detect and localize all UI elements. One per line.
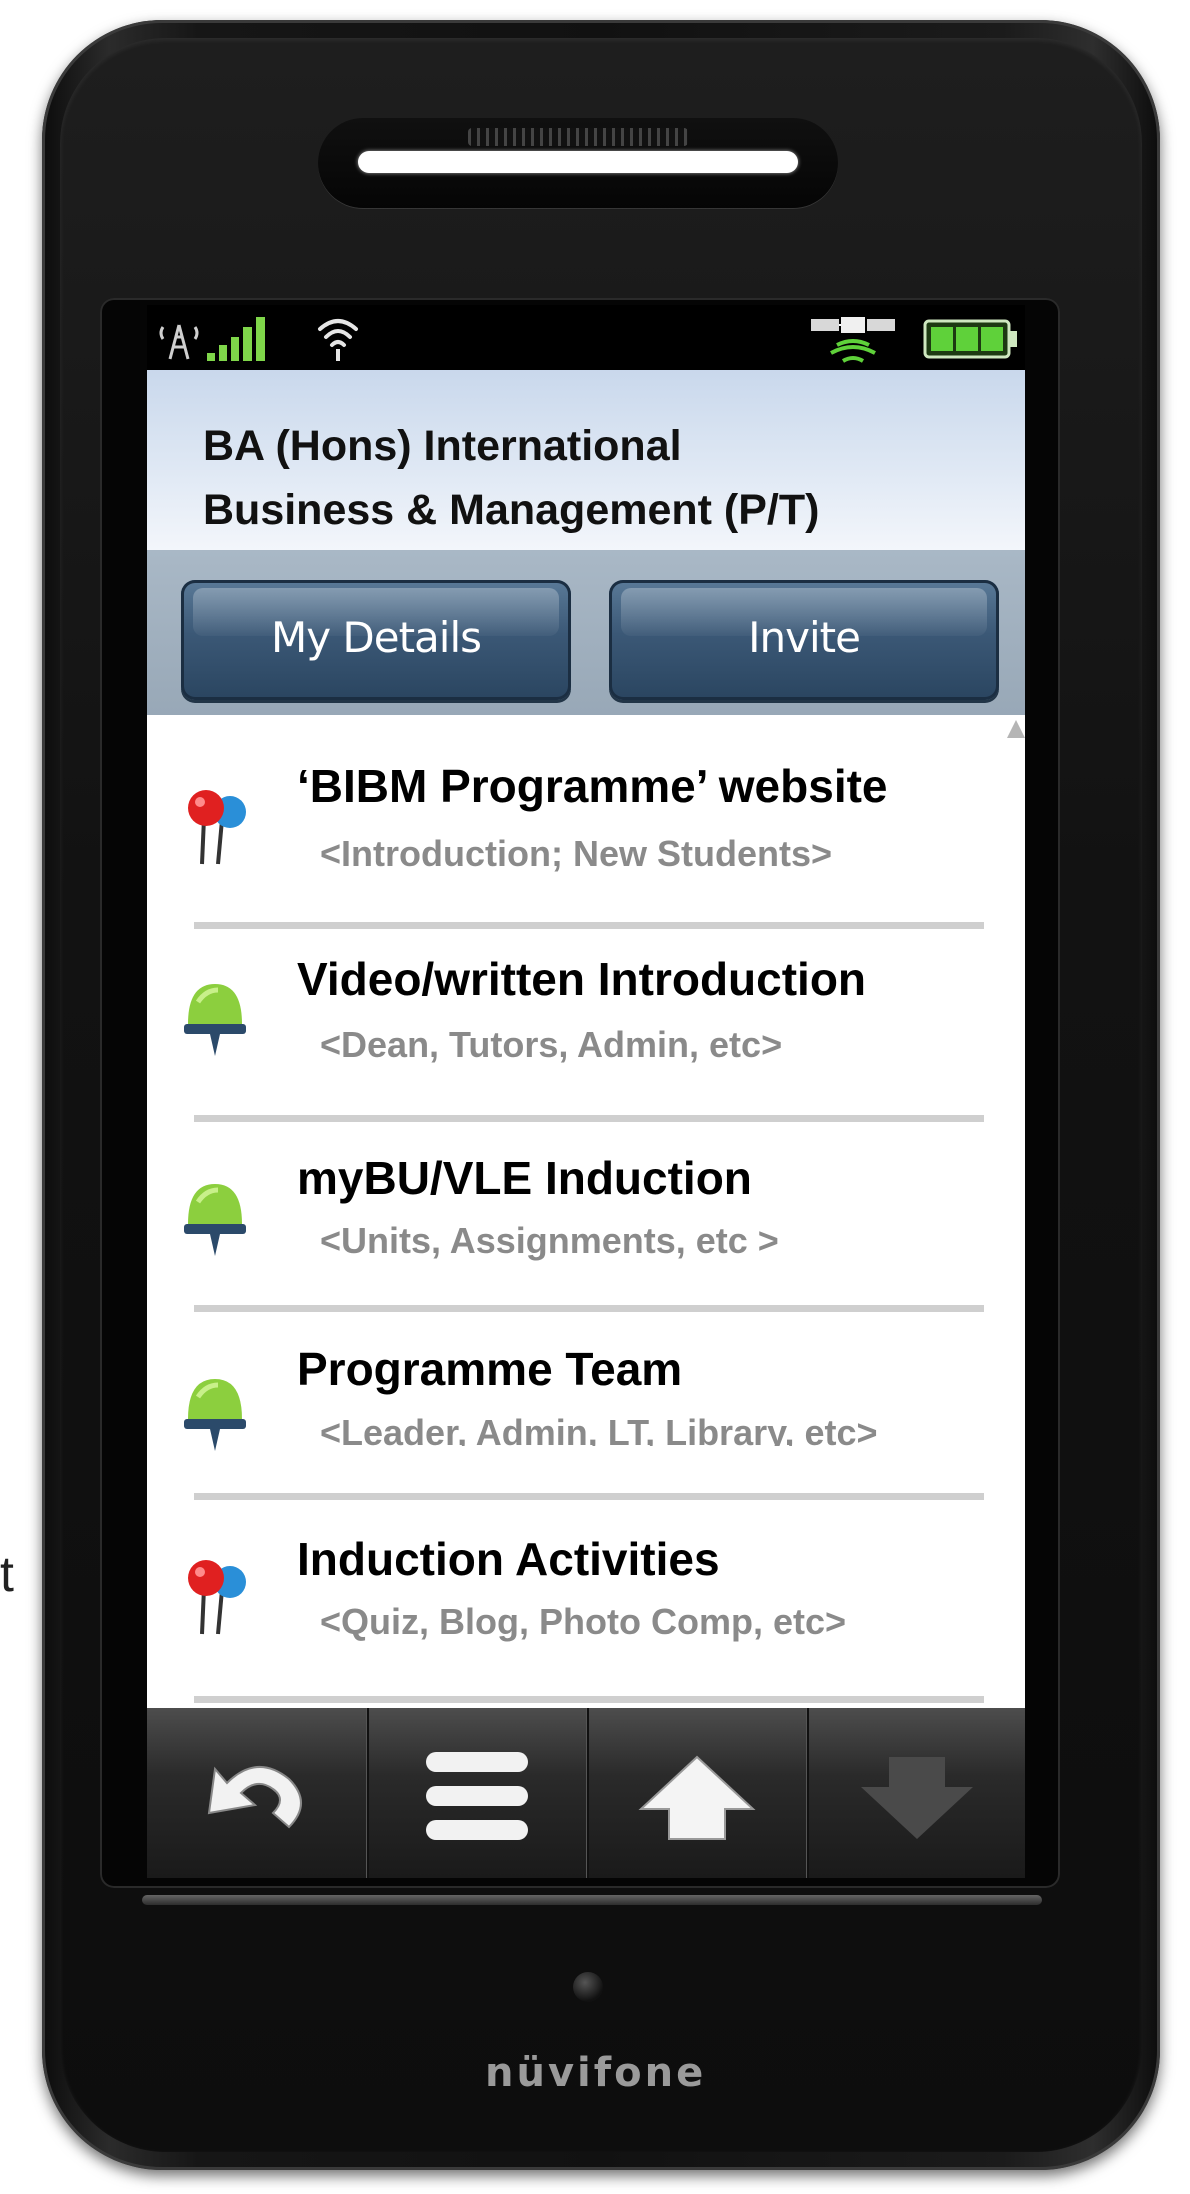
battery-icon [923,319,1017,359]
list-item-title: Programme Team [297,1343,683,1395]
list-item-title: Video/written Introduction [297,953,867,1005]
status-bar [147,305,1025,370]
red-blue-pins-icon [188,1560,246,1635]
gps-satellite-icon [811,317,895,363]
list-item-programme-team[interactable]: Programme Team <Leader, Admin, LT, Libra… [147,1320,1025,1510]
list-item-subtitle: <Dean, Tutors, Admin, etc> [320,1024,783,1065]
list-divider [194,1493,984,1500]
up-arrow-icon [638,1755,756,1840]
list-item-bibm-website[interactable]: ‘BIBM Programme’ website <Introduction; … [147,715,1025,930]
signal-strength-icon [159,317,265,361]
list-divider [194,1115,984,1122]
list-divider [194,922,984,929]
back-icon [207,1765,302,1829]
menu-list: ‘BIBM Programme’ website <Introduction; … [147,715,1025,1708]
my-details-button[interactable]: My Details [181,580,571,700]
lower-bezel-rim [142,1895,1042,1905]
device-brand-logo: nüvifone [485,2050,707,2096]
list-divider [194,1305,984,1312]
scroll-down-button[interactable] [807,1708,1025,1878]
speaker-grille [468,128,688,146]
list-item-subtitle: <Leader, Admin, LT, Library, etc> [320,1412,878,1446]
menu-button[interactable] [367,1708,589,1878]
down-arrow-icon [861,1757,973,1839]
page-title-line-1: BA (Hons) International [203,422,682,470]
app-screen: BA (Hons) International Business & Manag… [147,370,1025,1708]
menu-icon [426,1752,528,1840]
green-pin-icon [184,984,246,1056]
back-button[interactable] [147,1708,369,1878]
list-item-title: myBU/VLE Induction [297,1152,752,1204]
page-title: BA (Hons) International Business & Manag… [203,414,983,542]
red-blue-pins-icon [188,790,246,865]
green-pin-icon [184,1184,246,1256]
list-item-subtitle: <Units, Assignments, etc > [320,1220,779,1261]
list-item-video-introduction[interactable]: Video/written Introduction <Dean, Tutors… [147,930,1025,1125]
list-item-induction-activities[interactable]: Induction Activities <Quiz, Blog, Photo … [147,1510,1025,1708]
speaker-slot [358,151,798,173]
list-item-subtitle: <Introduction; New Students> [320,833,833,874]
action-bar: My Details Invite [147,550,1025,715]
invite-button[interactable]: Invite [609,580,999,700]
stray-text: t [0,1546,14,1602]
list-divider [194,1696,984,1703]
page-title-line-2: Business & Management (P/T) [203,486,820,534]
green-pin-icon [184,1379,246,1451]
list-item-title: ‘BIBM Programme’ website [297,760,888,812]
app-header: BA (Hons) International Business & Manag… [147,370,1025,550]
bottom-nav-bar [147,1708,1025,1878]
earpiece-speaker [318,118,838,208]
wifi-icon [318,319,358,361]
scroll-up-button[interactable] [587,1708,809,1878]
front-camera [573,1972,603,2002]
list-item-title: Induction Activities [297,1533,720,1585]
list-item-mybu-vle-induction[interactable]: myBU/VLE Induction <Units, Assignments, … [147,1125,1025,1320]
list-item-subtitle: <Quiz, Blog, Photo Comp, etc> [320,1601,847,1642]
